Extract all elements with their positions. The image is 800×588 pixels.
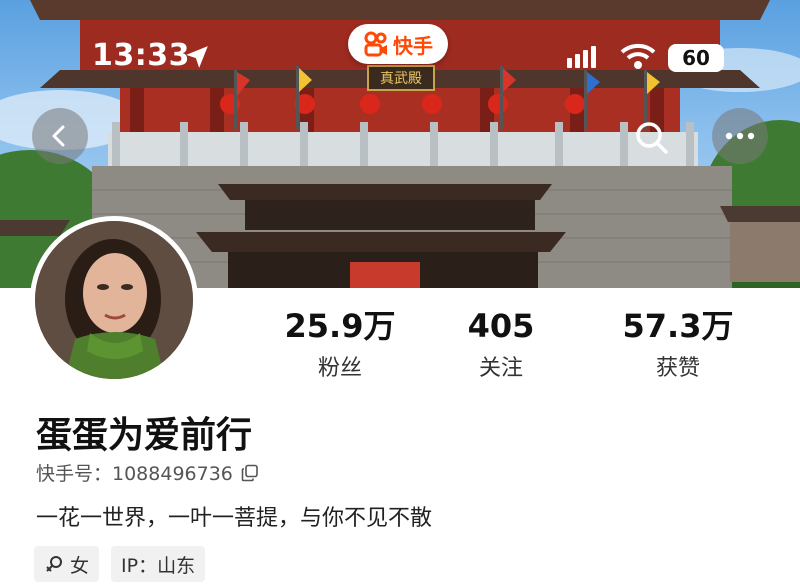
- copy-icon[interactable]: [241, 464, 259, 482]
- stat-following[interactable]: 405 关注: [421, 308, 581, 382]
- stat-likes[interactable]: 57.3万 获赞: [598, 308, 758, 382]
- more-icon: [725, 132, 755, 140]
- stat-label: 粉丝: [317, 356, 362, 381]
- more-button[interactable]: [712, 108, 768, 164]
- search-icon[interactable]: [632, 118, 672, 158]
- wifi-icon: [620, 43, 656, 69]
- ip-location-tag: IP：山东: [111, 546, 206, 582]
- kuaishou-logo-icon: [364, 31, 387, 57]
- app-badge-label: 快手: [393, 33, 433, 58]
- stat-label: 关注: [478, 356, 523, 381]
- avatar-photo: [35, 221, 193, 379]
- kwai-id-text: 快手号：1088496736: [36, 463, 233, 485]
- ip-location-label: IP：山东: [121, 554, 196, 577]
- kwai-id-row: 快手号：1088496736: [36, 459, 259, 486]
- stat-label: 获赞: [655, 356, 700, 381]
- stat-fans[interactable]: 25.9万 粉丝: [260, 308, 420, 382]
- stat-value: 405: [467, 307, 535, 345]
- battery-indicator: 60: [668, 44, 724, 72]
- profile-bio: 一花一世界，一叶一菩提，与你不见不散: [36, 506, 433, 531]
- gender-tag-label: 女: [70, 554, 90, 577]
- avatar[interactable]: [30, 216, 198, 384]
- profile-stats: 25.9万 粉丝 405 关注 57.3万 获赞: [230, 308, 800, 388]
- status-time: 13:33: [92, 38, 190, 73]
- location-arrow-icon: [186, 46, 208, 68]
- profile-nickname: 蛋蛋为爱前行: [36, 415, 253, 456]
- stat-value: 25.9万: [284, 307, 396, 345]
- temple-plaque-text: 真武殿: [380, 71, 422, 87]
- back-button[interactable]: [32, 108, 88, 164]
- back-icon: [52, 125, 65, 147]
- kuaishou-app-badge[interactable]: 快手: [348, 24, 448, 64]
- signal-icon: [567, 46, 596, 68]
- stat-value: 57.3万: [622, 307, 734, 345]
- female-icon: [46, 556, 62, 572]
- profile-tags: 女 IP：山东: [34, 546, 206, 582]
- gender-tag: 女: [34, 546, 100, 582]
